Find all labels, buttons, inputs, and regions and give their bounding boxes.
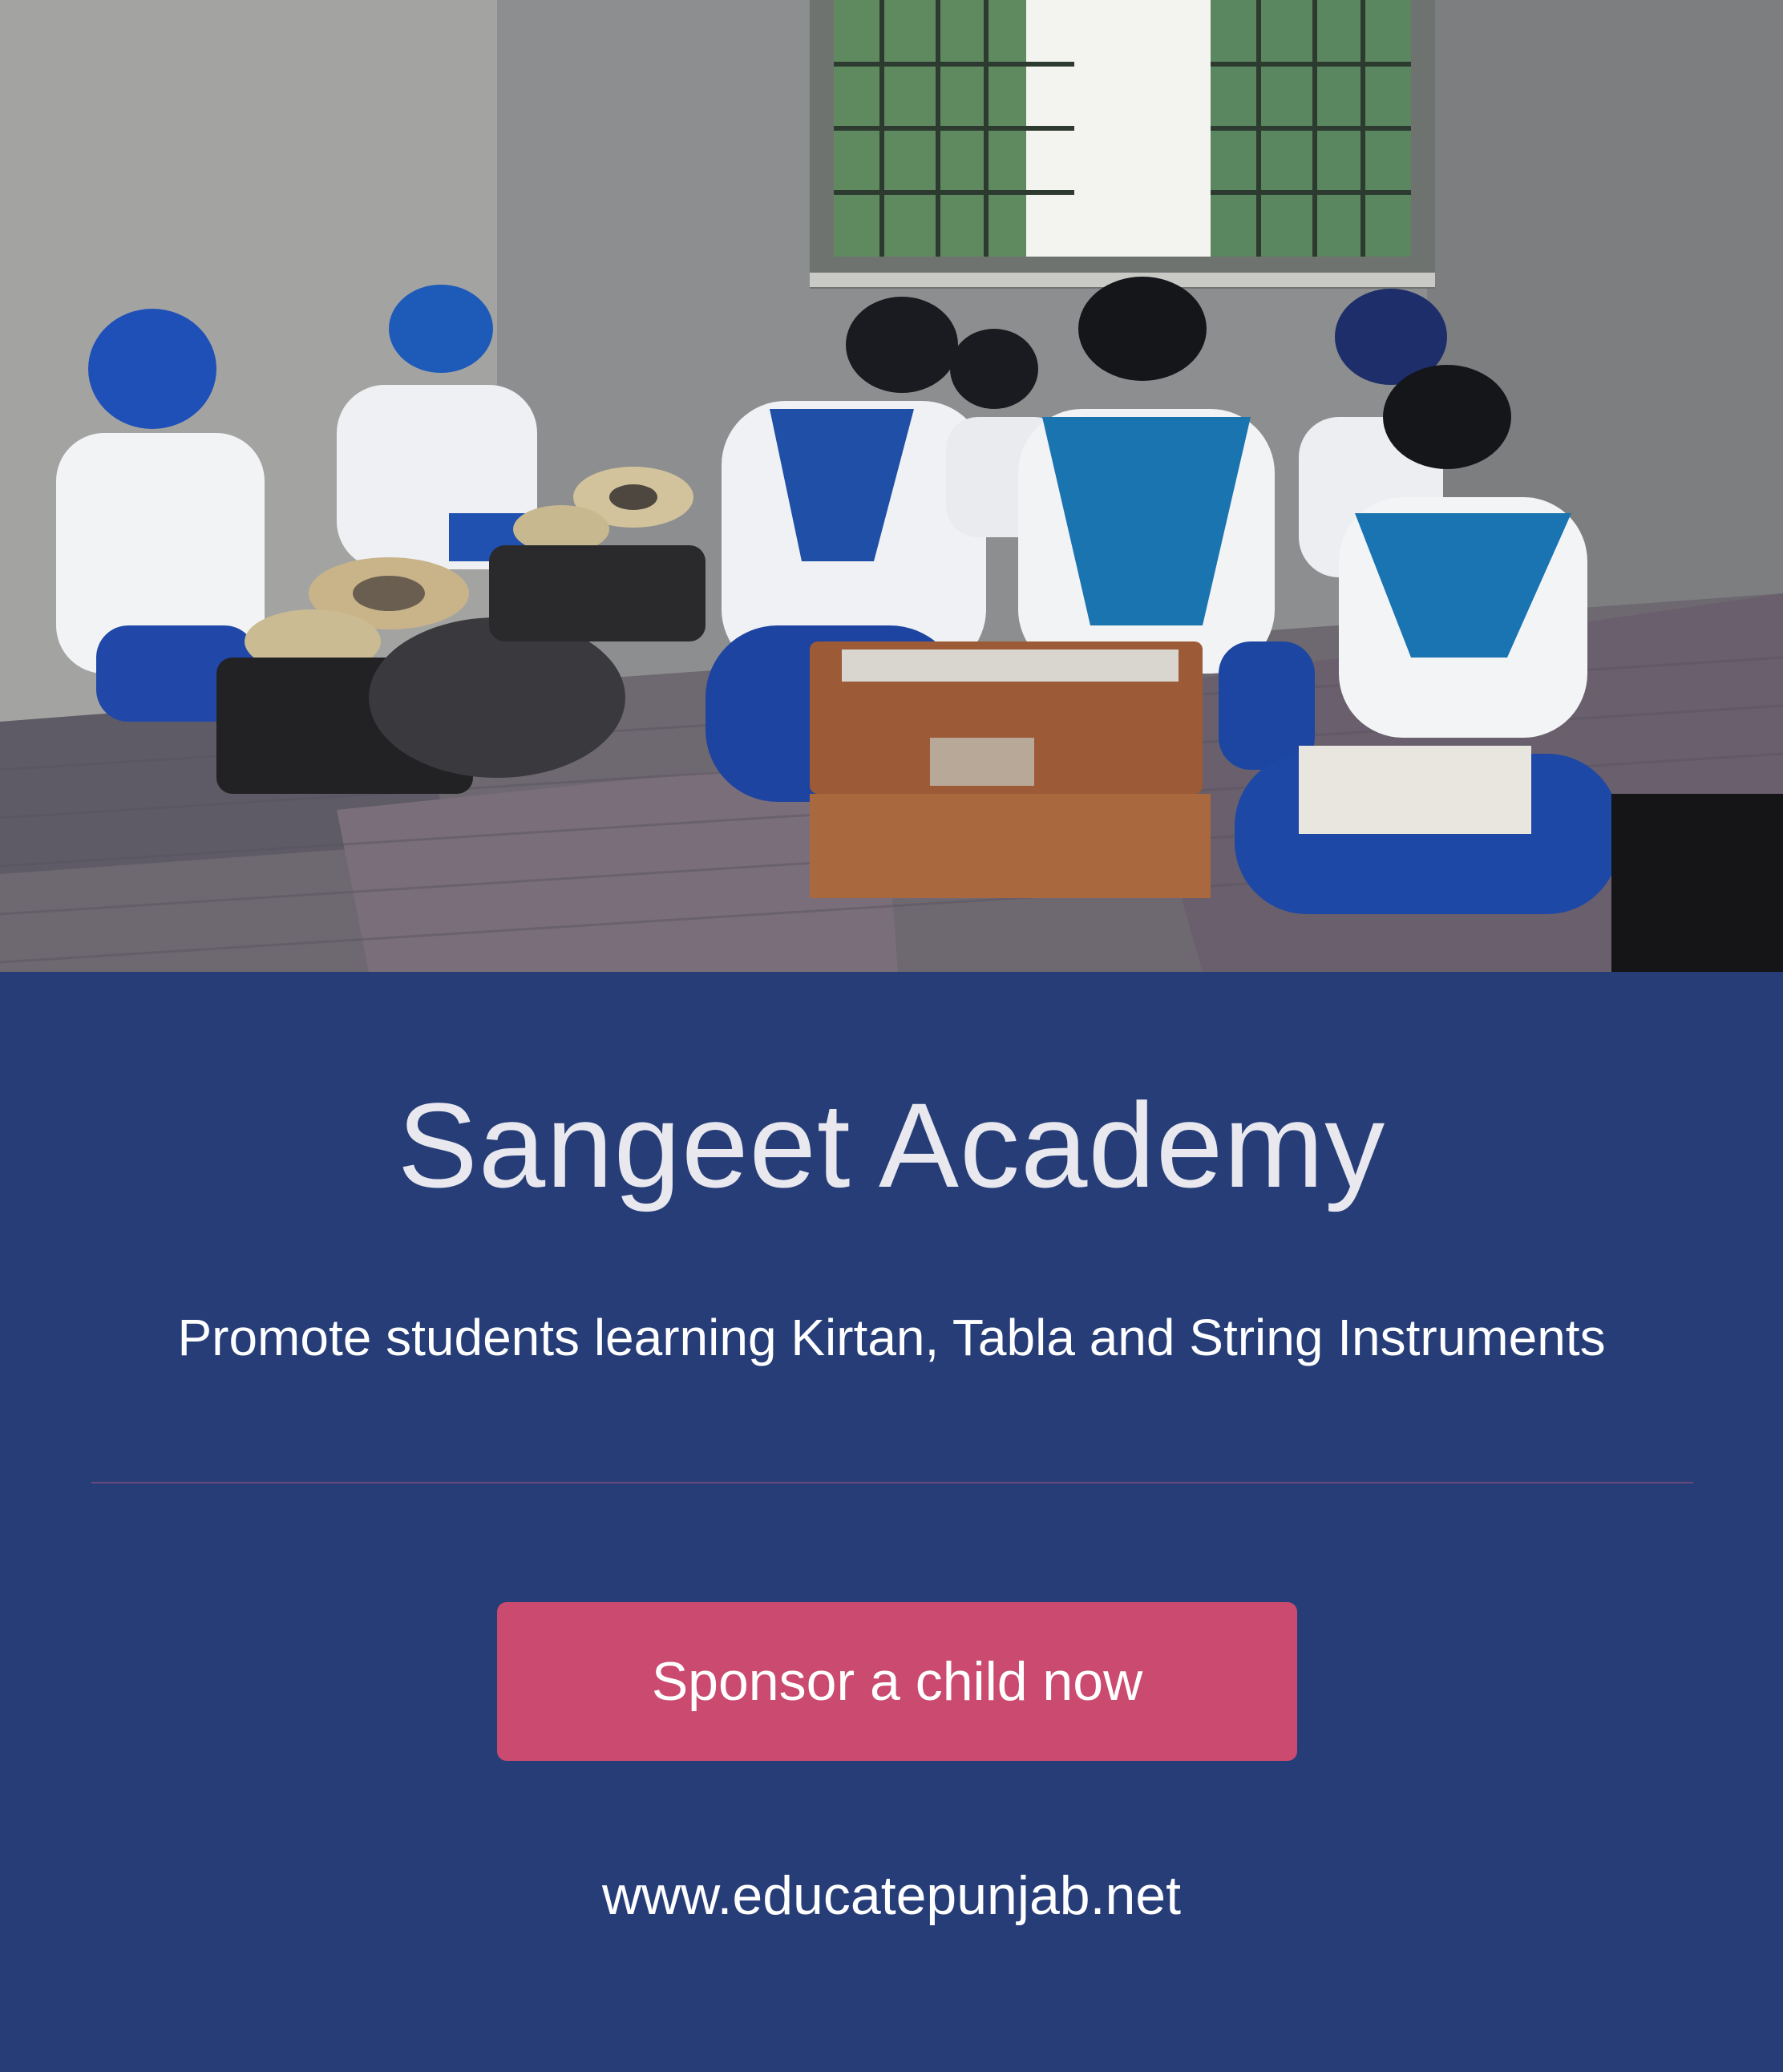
sponsor-button[interactable]: Sponsor a child now (497, 1602, 1297, 1761)
divider (91, 1482, 1693, 1483)
page-title: Sangeet Academy (397, 1078, 1386, 1212)
subtitle: Promote students learning Kirtan, Tabla … (177, 1309, 1606, 1366)
hero-photo (0, 0, 1783, 972)
sangeet-academy-card: Sangeet Academy Promote students learnin… (0, 0, 1783, 2072)
website-link[interactable]: www.educatepunjab.net (0, 1860, 1783, 1931)
